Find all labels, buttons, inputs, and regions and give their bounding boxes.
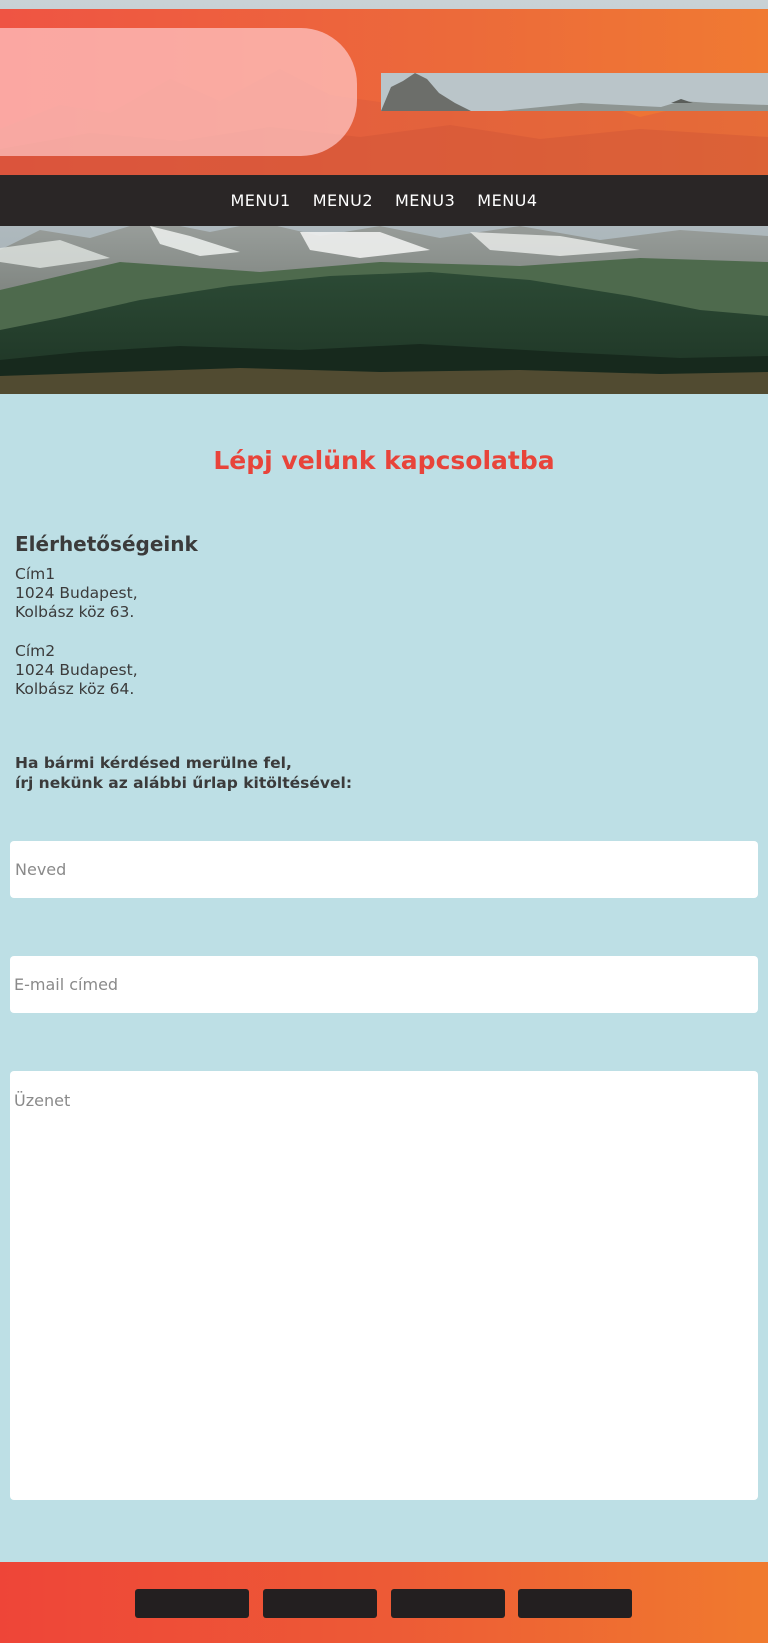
footer-button-1[interactable]: [135, 1589, 249, 1618]
footer-button-3[interactable]: [391, 1589, 505, 1618]
intro-line: írj nekünk az alábbi űrlap kitöltésével:: [15, 774, 353, 792]
main-navbar: MENU1 MENU2 MENU3 MENU4: [0, 175, 768, 226]
footer-button-4[interactable]: [518, 1589, 632, 1618]
header-banner: [0, 9, 768, 175]
nav-item-menu4[interactable]: MENU4: [477, 191, 537, 210]
address-name: Cím1: [15, 565, 56, 583]
page-title: Lépj velünk kapcsolatba: [213, 446, 555, 475]
nav-item-menu3[interactable]: MENU3: [395, 191, 455, 210]
message-field[interactable]: [10, 1071, 758, 1500]
address-line: 1024 Budapest,: [15, 584, 138, 602]
address-block: Cím1 1024 Budapest, Kolbász köz 63.: [15, 565, 138, 622]
address-block: Cím2 1024 Budapest, Kolbász köz 64.: [15, 642, 138, 699]
contact-heading: Elérhetőségeink: [15, 532, 198, 556]
address-line: Kolbász köz 63.: [15, 603, 135, 621]
address-line: Kolbász köz 64.: [15, 680, 135, 698]
footer: [0, 1562, 768, 1643]
email-field[interactable]: [10, 956, 758, 1013]
address-line: 1024 Budapest,: [15, 661, 138, 679]
mountain-peek-image: [381, 73, 768, 111]
footer-button-2[interactable]: [263, 1589, 377, 1618]
address-name: Cím2: [15, 642, 56, 660]
logo-placeholder[interactable]: [0, 28, 357, 156]
intro-line: Ha bármi kérdésed merülne fel,: [15, 754, 292, 772]
form-intro-text: Ha bármi kérdésed merülne fel, írj nekün…: [15, 753, 352, 793]
name-field[interactable]: [10, 841, 758, 898]
nav-item-menu2[interactable]: MENU2: [313, 191, 373, 210]
nav-item-menu1[interactable]: MENU1: [230, 191, 290, 210]
hero-section: MENU1 MENU2 MENU3 MENU4: [0, 0, 768, 394]
mountain-peak-icon: [381, 73, 768, 111]
